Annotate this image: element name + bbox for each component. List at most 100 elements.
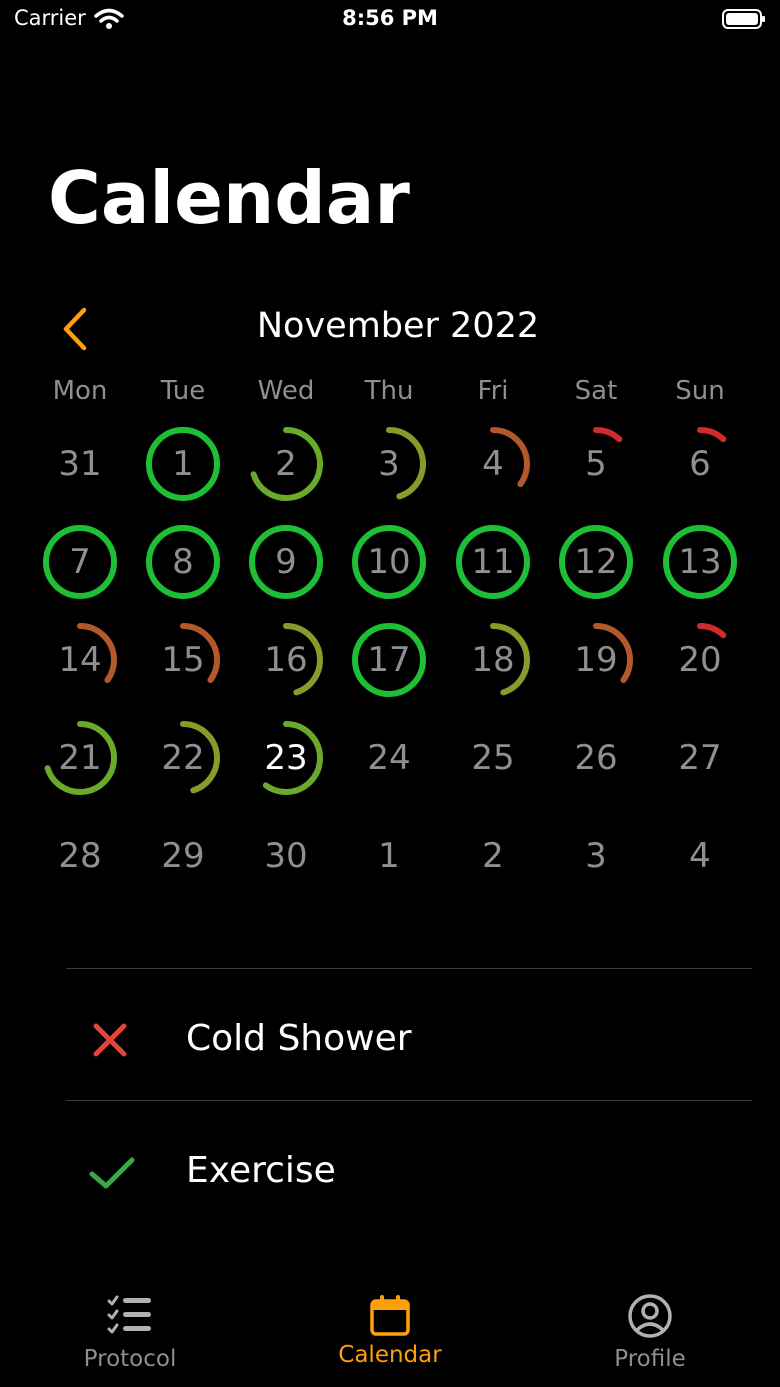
day-number: 5	[585, 444, 607, 484]
day-number: 12	[574, 542, 618, 582]
day-number: 3	[378, 444, 400, 484]
day-number: 25	[471, 738, 515, 778]
calendar-day[interactable]: 26	[548, 710, 644, 806]
calendar-day[interactable]: 3	[548, 808, 644, 904]
calendar-day[interactable]: 4	[445, 416, 541, 512]
day-number: 8	[172, 542, 194, 582]
battery-icon	[722, 8, 766, 34]
calendar-day[interactable]: 8	[135, 514, 231, 610]
day-number: 7	[69, 542, 91, 582]
day-number: 2	[482, 836, 504, 876]
day-number: 4	[689, 836, 711, 876]
calendar-day[interactable]: 11	[445, 514, 541, 610]
day-number: 9	[275, 542, 297, 582]
calendar-day[interactable]: 17	[341, 612, 437, 708]
calendar-day[interactable]: 12	[548, 514, 644, 610]
page-title: Calendar	[48, 156, 410, 240]
calendar-day[interactable]: 2	[445, 808, 541, 904]
calendar-day[interactable]: 2	[238, 416, 334, 512]
calendar-day[interactable]: 10	[341, 514, 437, 610]
calendar-day[interactable]: 18	[445, 612, 541, 708]
day-number: 4	[482, 444, 504, 484]
x-icon	[88, 1018, 132, 1062]
calendar-day[interactable]: 21	[32, 710, 128, 806]
day-number: 27	[678, 738, 722, 778]
calendar-day[interactable]: 22	[135, 710, 231, 806]
calendar-day[interactable]: 27	[652, 710, 748, 806]
day-number: 16	[264, 640, 308, 680]
weekday-label: Thu	[364, 376, 414, 406]
day-number: 20	[678, 640, 722, 680]
tab-profile[interactable]: Profile	[550, 1280, 750, 1380]
day-number: 19	[574, 640, 618, 680]
day-number: 1	[172, 444, 194, 484]
habit-label: Cold Shower	[186, 1018, 412, 1059]
day-number: 6	[689, 444, 711, 484]
calendar-day[interactable]: 30	[238, 808, 334, 904]
day-number: 31	[58, 444, 102, 484]
month-label: November 2022	[256, 306, 540, 346]
weekday-label: Sat	[574, 376, 618, 406]
day-number: 28	[58, 836, 102, 876]
tab-protocol[interactable]: Protocol	[30, 1280, 230, 1380]
calendar-day[interactable]: 28	[32, 808, 128, 904]
habit-row-exercise[interactable]: Exercise	[66, 1102, 752, 1232]
weekday-label: Wed	[257, 376, 315, 406]
calendar-day[interactable]: 4	[652, 808, 748, 904]
weekday-label: Tue	[160, 376, 206, 406]
weekday-label: Sun	[675, 376, 725, 406]
day-number: 1	[378, 836, 400, 876]
day-number: 10	[367, 542, 411, 582]
calendar-day[interactable]: 15	[135, 612, 231, 708]
day-number: 29	[161, 836, 205, 876]
day-number: 15	[161, 640, 205, 680]
weekday-label: Fri	[477, 376, 509, 406]
calendar-day[interactable]: 24	[341, 710, 437, 806]
calendar-day[interactable]: 9	[238, 514, 334, 610]
status-time: 8:56 PM	[342, 6, 438, 30]
calendar-day[interactable]: 29	[135, 808, 231, 904]
habit-label: Exercise	[186, 1150, 336, 1191]
day-number: 18	[471, 640, 515, 680]
calendar-day[interactable]: 1	[341, 808, 437, 904]
tab-label: Profile	[614, 1346, 686, 1372]
calendar-day[interactable]: 14	[32, 612, 128, 708]
habit-row-cold-shower[interactable]: Cold Shower	[66, 970, 752, 1100]
calendar-day[interactable]: 13	[652, 514, 748, 610]
day-number: 2	[275, 444, 297, 484]
day-number: 13	[678, 542, 722, 582]
day-number: 24	[367, 738, 411, 778]
weekday-label: Mon	[52, 376, 108, 406]
checklist-icon	[106, 1292, 154, 1340]
calendar-day[interactable]: 7	[32, 514, 128, 610]
tab-calendar[interactable]: Calendar	[290, 1280, 490, 1380]
divider	[66, 968, 752, 969]
day-number: 17	[367, 640, 411, 680]
calendar-day[interactable]: 20	[652, 612, 748, 708]
calendar-day[interactable]: 5	[548, 416, 644, 512]
calendar-day[interactable]: 23	[238, 710, 334, 806]
day-number: 14	[58, 640, 102, 680]
calendar-icon	[366, 1292, 414, 1340]
tab-bar: Protocol Calendar Profile	[0, 1280, 780, 1387]
day-number: 3	[585, 836, 607, 876]
tab-label: Calendar	[338, 1342, 442, 1368]
calendar-day[interactable]: 6	[652, 416, 748, 512]
day-number: 30	[264, 836, 308, 876]
check-icon	[88, 1150, 135, 1194]
calendar-day[interactable]: 25	[445, 710, 541, 806]
day-number: 26	[574, 738, 618, 778]
calendar-day[interactable]: 19	[548, 612, 644, 708]
day-number: 11	[471, 542, 515, 582]
status-bar: Carrier 8:56 PM	[0, 0, 780, 40]
divider	[66, 1100, 752, 1101]
calendar-day[interactable]: 1	[135, 416, 231, 512]
tab-label: Protocol	[83, 1346, 177, 1372]
day-number: 23	[264, 738, 308, 778]
calendar-day[interactable]: 31	[32, 416, 128, 512]
day-number: 21	[58, 738, 102, 778]
calendar-day[interactable]: 16	[238, 612, 334, 708]
person-circle-icon	[626, 1292, 674, 1340]
calendar-day[interactable]: 3	[341, 416, 437, 512]
day-number: 22	[161, 738, 205, 778]
